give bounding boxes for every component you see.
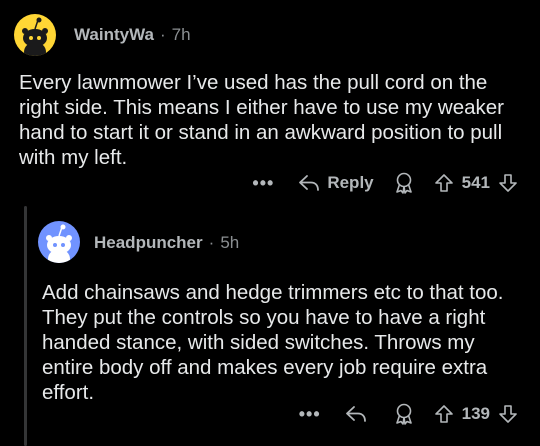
vote-count: 541: [461, 173, 490, 192]
comment-meta: WaintyWa · 7h: [74, 25, 191, 45]
comment-1: WaintyWa · 7h Every lawnmower I’ve used ha…: [0, 0, 540, 215]
snoo-avatar-icon: [22, 17, 48, 56]
downvote-arrow-icon[interactable]: [498, 404, 518, 424]
award-button[interactable]: [394, 403, 414, 425]
comment-actions: ••• Reply 541: [252, 172, 518, 194]
meta-separator: ·: [208, 233, 215, 252]
comment-body: Every lawnmower I’ve used has the pull c…: [19, 71, 505, 169]
reply-label: Reply: [327, 173, 374, 192]
meta-separator: ·: [159, 25, 166, 44]
reply-button[interactable]: Reply: [298, 173, 374, 193]
comment-body: Add chainsaws and hedge trimmers etc to …: [42, 281, 504, 404]
award-icon: [395, 172, 412, 194]
timestamp: 5h: [220, 233, 240, 252]
downvote-arrow-icon[interactable]: [498, 173, 518, 193]
username[interactable]: WaintyWa: [74, 25, 154, 44]
upvote-arrow-icon[interactable]: [434, 404, 454, 424]
award-icon: [395, 403, 412, 425]
user-avatar[interactable]: [14, 14, 56, 56]
reply-button[interactable]: [345, 405, 374, 423]
snoo-avatar-icon: [46, 224, 72, 263]
vote-count: 139: [461, 404, 490, 423]
more-options-button[interactable]: •••: [299, 404, 321, 425]
username[interactable]: Headpuncher: [94, 233, 203, 252]
upvote-arrow-icon[interactable]: [434, 173, 454, 193]
comment-meta: Headpuncher · 5h: [94, 233, 239, 253]
reply-arrow-icon: [345, 406, 366, 422]
comment-actions: ••• 139: [299, 403, 518, 425]
comment-2: Headpuncher · 5h Add chainsaws and hedge t…: [0, 215, 540, 446]
award-button[interactable]: [394, 172, 414, 194]
timestamp: 7h: [171, 25, 191, 44]
user-avatar[interactable]: [38, 221, 80, 263]
vote-controls: 541: [434, 173, 518, 193]
vote-controls: 139: [434, 404, 518, 424]
more-options-button[interactable]: •••: [252, 173, 274, 194]
reply-arrow-icon: [299, 175, 320, 191]
